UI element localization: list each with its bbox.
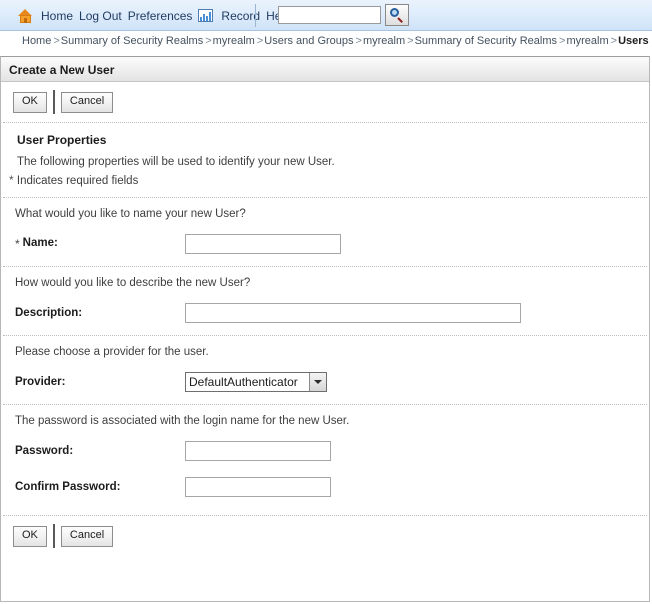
breadcrumb-separator: > <box>53 35 60 47</box>
breadcrumb-item[interactable]: myrealm <box>363 35 405 47</box>
button-separator <box>52 524 55 548</box>
required-asterisk: * <box>9 173 14 187</box>
toolbar-divider <box>255 4 256 27</box>
label-provider: Provider: <box>15 376 66 388</box>
preferences-link[interactable]: Preferences <box>128 9 193 23</box>
label-name-text: Name: <box>22 237 58 249</box>
breadcrumb-item[interactable]: myrealm <box>213 35 255 47</box>
prompt-password: The password is associated with the logi… <box>15 415 350 427</box>
home-icon <box>18 8 33 23</box>
chevron-down-icon[interactable] <box>309 373 326 391</box>
cancel-button-top[interactable]: Cancel <box>60 91 114 113</box>
breadcrumb-separator: > <box>256 35 264 47</box>
cancel-button-bottom[interactable]: Cancel <box>60 525 114 547</box>
breadcrumb-separator: > <box>407 35 414 47</box>
field-group-description: How would you like to describe the new U… <box>1 267 649 335</box>
breadcrumb-separator: > <box>610 35 618 47</box>
breadcrumb-item[interactable]: Summary of Security Realms <box>61 35 203 47</box>
breadcrumb: Home >Summary of Security Realms >myrealm >… <box>0 31 652 53</box>
description-input[interactable] <box>185 303 521 323</box>
bottom-button-bar: OK Cancel <box>1 516 649 556</box>
required-note-text: Indicates required fields <box>16 175 139 187</box>
top-utility-bar: Home Log Out Preferences Record Help <box>0 0 652 31</box>
prompt-provider: Please choose a provider for the user. <box>15 346 209 358</box>
content-panel: Create a New User OK Cancel User Propert… <box>0 56 650 602</box>
required-asterisk: * <box>15 237 20 251</box>
section-description: The following properties will be used to… <box>17 156 335 168</box>
breadcrumb-separator: > <box>559 35 566 47</box>
field-group-password: The password is associated with the logi… <box>1 405 649 509</box>
prompt-description: How would you like to describe the new U… <box>15 277 251 289</box>
button-separator <box>52 90 55 114</box>
label-description: Description: <box>15 307 83 319</box>
row-name: * Name: <box>1 220 649 256</box>
breadcrumb-separator: > <box>355 35 362 47</box>
breadcrumb-item[interactable]: Users and Groups <box>264 35 353 47</box>
logout-link[interactable]: Log Out <box>79 9 122 23</box>
name-input[interactable] <box>185 234 341 254</box>
toolbar-links: Home Log Out Preferences Record Help <box>18 0 291 31</box>
home-link[interactable]: Home <box>41 9 73 23</box>
breadcrumb-item[interactable]: Summary of Security Realms <box>415 35 557 47</box>
confirm-password-input[interactable] <box>185 477 331 497</box>
breadcrumb-item[interactable]: myrealm <box>566 35 608 47</box>
row-provider: Provider: DefaultAuthenticator <box>1 358 649 394</box>
row-description: Description: <box>1 289 649 325</box>
ok-button-top[interactable]: OK <box>13 91 47 113</box>
field-group-provider: Please choose a provider for the user. P… <box>1 336 649 404</box>
chart-icon <box>198 9 214 22</box>
breadcrumb-item[interactable]: Home <box>22 35 51 47</box>
field-group-name: What would you like to name your new Use… <box>1 198 649 266</box>
required-fields-note: * Indicates required fields <box>1 168 649 187</box>
label-password: Password: <box>15 445 74 457</box>
row-password: Password: <box>1 427 649 463</box>
password-input[interactable] <box>185 441 331 461</box>
page-title: Create a New User <box>1 57 649 82</box>
ok-button-bottom[interactable]: OK <box>13 525 47 547</box>
breadcrumb-separator: > <box>205 35 212 47</box>
provider-select-value: DefaultAuthenticator <box>189 375 298 389</box>
magnifier-icon <box>386 5 408 25</box>
search-button[interactable] <box>385 4 409 26</box>
label-confirm-password: Confirm Password: <box>15 481 121 493</box>
breadcrumb-item: Users and Groups <box>618 35 652 47</box>
section-heading: User Properties <box>17 133 107 147</box>
provider-select[interactable]: DefaultAuthenticator <box>185 372 327 392</box>
search-input[interactable] <box>278 6 381 24</box>
label-name: * Name: <box>15 237 185 251</box>
user-properties-section: User Properties The following properties… <box>1 123 649 197</box>
top-button-bar: OK Cancel <box>1 82 649 122</box>
prompt-name: What would you like to name your new Use… <box>15 208 246 220</box>
row-confirm-password: Confirm Password: <box>1 463 649 499</box>
